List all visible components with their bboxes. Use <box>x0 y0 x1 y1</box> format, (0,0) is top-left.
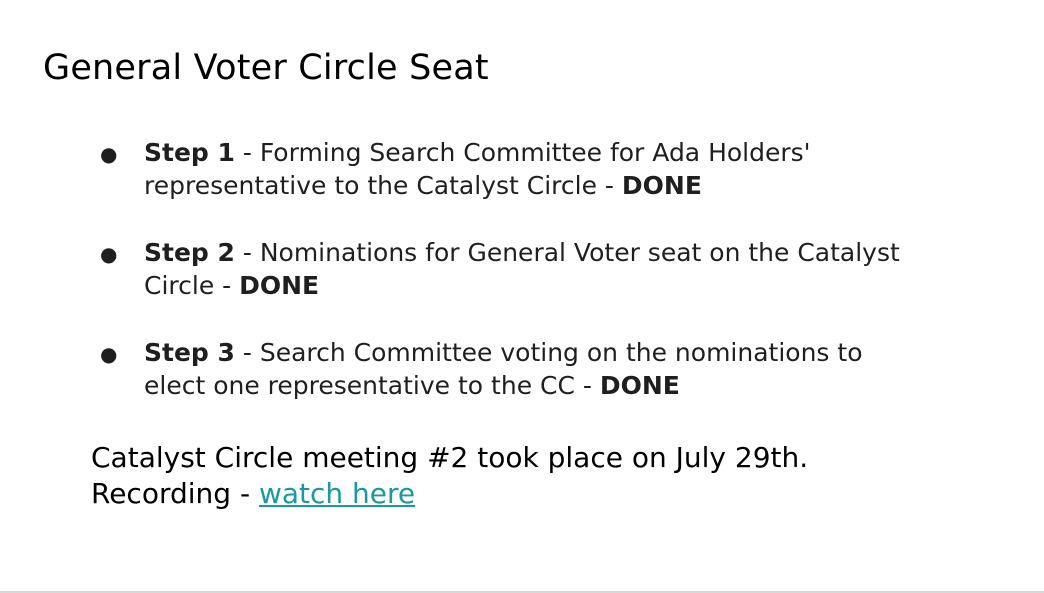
step-text: Step 3 - Search Committee voting on the … <box>144 336 914 402</box>
recording-prefix: Recording - <box>91 477 259 510</box>
step-label: Step 3 <box>144 338 235 367</box>
step-status: DONE <box>621 171 702 200</box>
bullet-icon: ● <box>100 342 118 366</box>
recording-line: Recording - watch here <box>91 476 991 512</box>
step-description: - Forming Search Committee for Ada Holde… <box>144 138 811 200</box>
slide-title: General Voter Circle Seat <box>43 48 489 88</box>
step-text: Step 1 - Forming Search Committee for Ad… <box>144 136 914 202</box>
slide: General Voter Circle Seat ● Step 1 - For… <box>0 0 1044 593</box>
step-text: Step 2 - Nominations for General Voter s… <box>144 236 914 302</box>
meeting-note: Catalyst Circle meeting #2 took place on… <box>91 441 809 474</box>
step-label: Step 1 <box>144 138 235 167</box>
step-description: - Search Committee voting on the nominat… <box>144 338 863 400</box>
bullet-icon: ● <box>100 242 118 266</box>
bullet-icon: ● <box>100 142 118 166</box>
watch-recording-link[interactable]: watch here <box>259 477 415 510</box>
step-status: DONE <box>599 371 680 400</box>
meeting-note-block: Catalyst Circle meeting #2 took place on… <box>91 440 991 512</box>
step-label: Step 2 <box>144 238 235 267</box>
step-status: DONE <box>239 271 320 300</box>
